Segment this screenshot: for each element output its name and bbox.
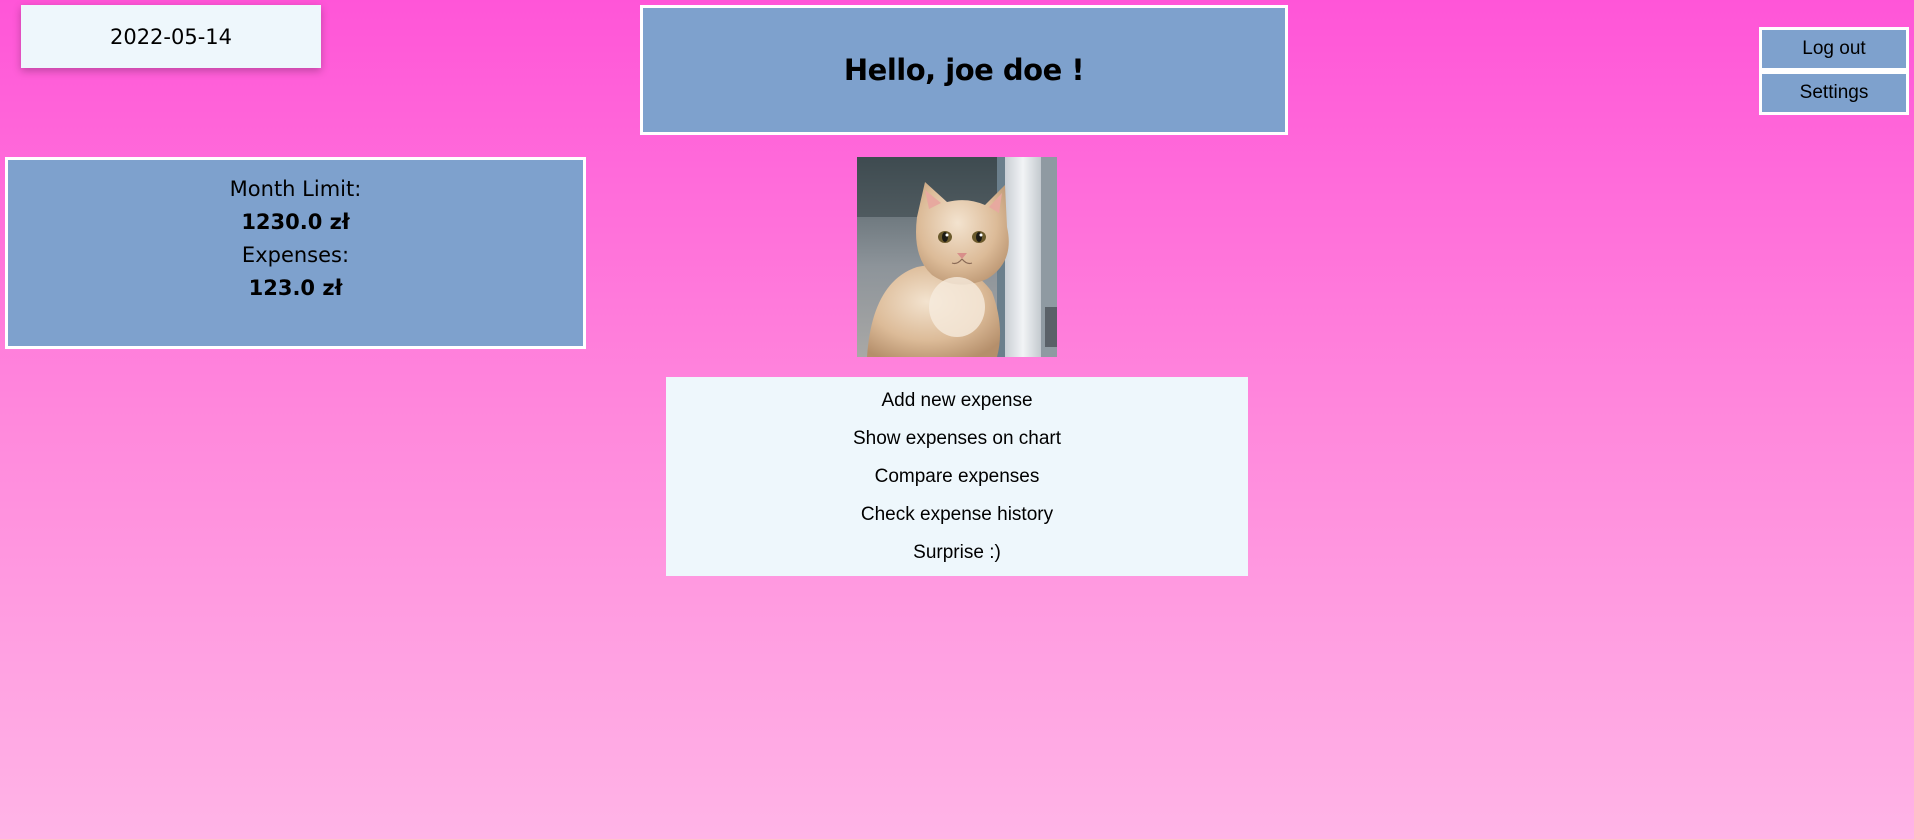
greeting-heading: Hello, joe doe ! — [843, 53, 1085, 87]
kitten-image — [857, 157, 1057, 357]
kitten-photo — [857, 157, 1057, 357]
settings-button[interactable]: Settings — [1759, 71, 1909, 115]
main-menu: Add new expense Show expenses on chart C… — [666, 377, 1248, 576]
account-actions: Log out Settings — [1759, 27, 1909, 115]
expenses-value: 123.0 zł — [248, 276, 343, 300]
budget-summary: Month Limit: 1230.0 zł Expenses: 123.0 z… — [5, 157, 586, 349]
date-display: 2022-05-14 — [21, 5, 321, 68]
expenses-label: Expenses: — [241, 243, 350, 267]
greeting-banner: Hello, joe doe ! — [640, 5, 1288, 135]
date-text: 2022-05-14 — [109, 24, 233, 49]
expenses-chart-link[interactable]: Show expenses on chart — [666, 420, 1248, 458]
add-expense-link[interactable]: Add new expense — [666, 382, 1248, 420]
compare-expenses-link[interactable]: Compare expenses — [666, 458, 1248, 496]
logout-button[interactable]: Log out — [1759, 27, 1909, 71]
expense-history-link[interactable]: Check expense history — [666, 496, 1248, 534]
month-limit-label: Month Limit: — [229, 177, 362, 201]
month-limit-value: 1230.0 zł — [241, 210, 350, 234]
surprise-link[interactable]: Surprise :) — [666, 534, 1248, 572]
